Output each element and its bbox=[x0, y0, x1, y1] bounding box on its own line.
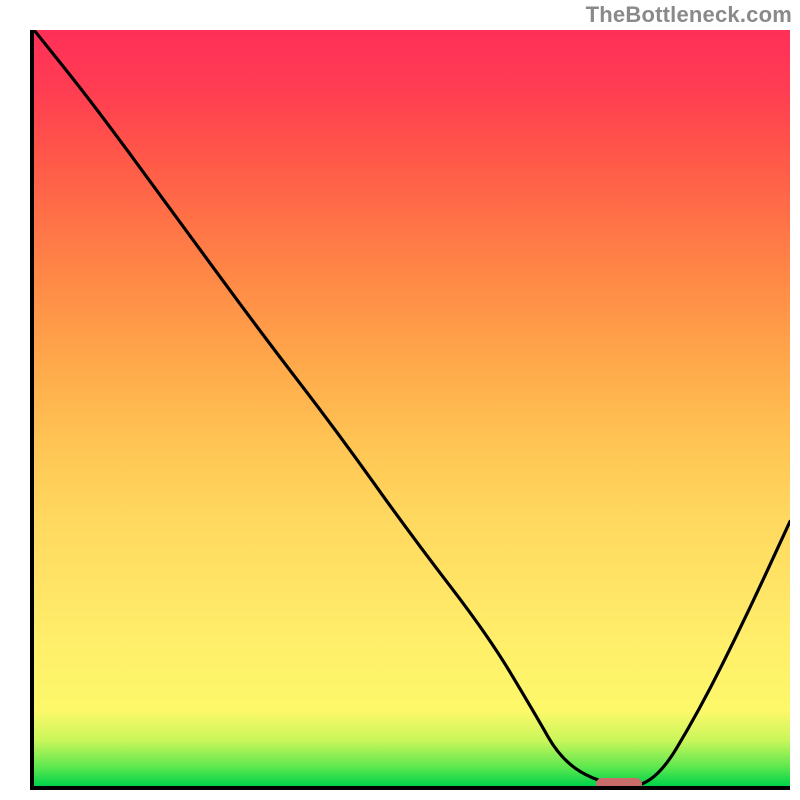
bottleneck-curve bbox=[34, 30, 790, 786]
chart-frame bbox=[30, 30, 790, 790]
optimal-marker bbox=[596, 778, 642, 790]
watermark-text: TheBottleneck.com bbox=[586, 2, 792, 28]
chart-wrap: TheBottleneck.com bbox=[0, 0, 800, 800]
